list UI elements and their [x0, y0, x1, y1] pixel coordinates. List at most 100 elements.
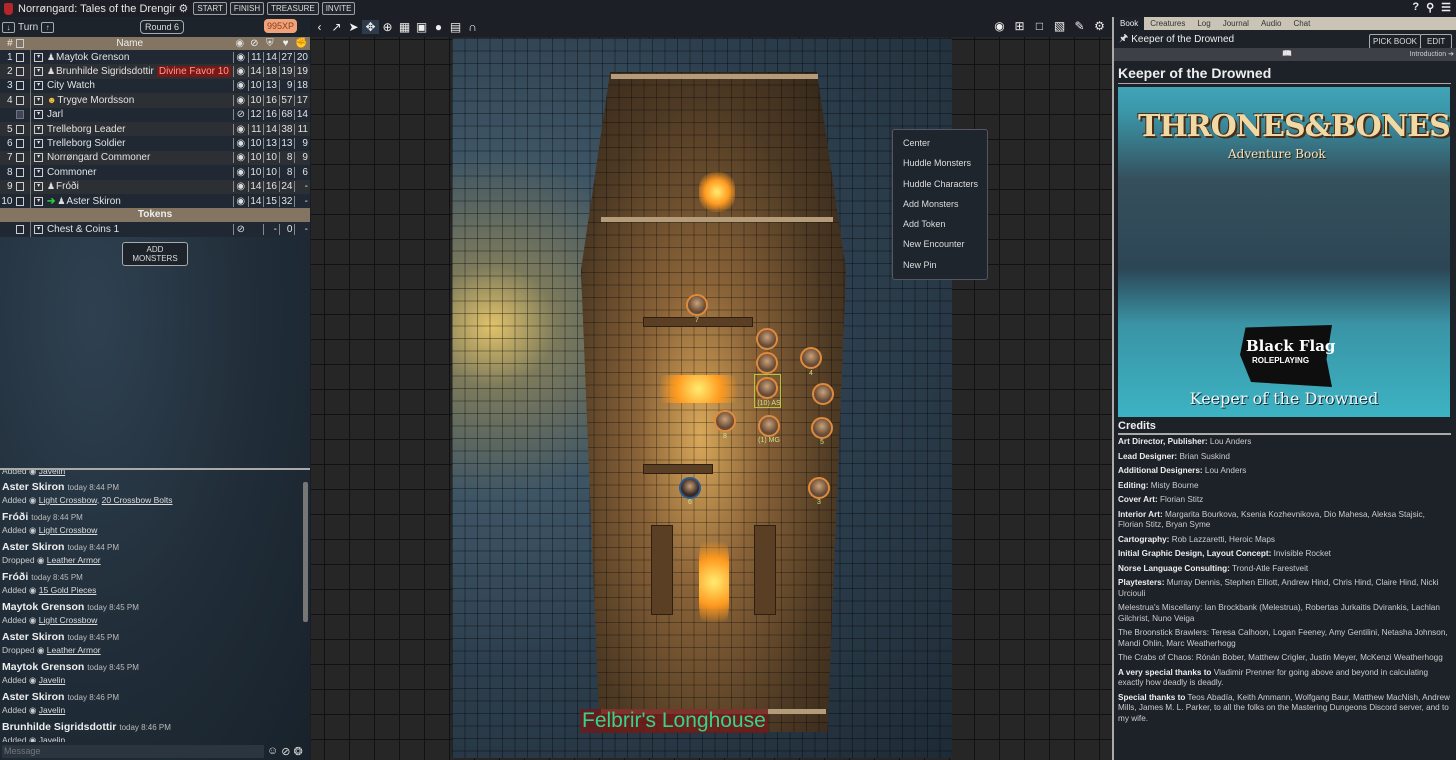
eye-icon[interactable]: ◉	[232, 152, 248, 164]
next-turn-button[interactable]: ↓	[2, 21, 15, 33]
item-link[interactable]: Leather Armor	[47, 555, 101, 565]
stat-cell[interactable]: 13	[263, 138, 279, 150]
eye-icon[interactable]: ◉	[232, 181, 248, 193]
finish-button[interactable]: FINISH	[229, 2, 265, 15]
stat-cell[interactable]: -	[294, 181, 310, 193]
emoji-icon[interactable]: ☺	[267, 745, 278, 757]
item-link[interactable]: Javelin	[39, 675, 65, 685]
stat-cell[interactable]: 14	[263, 123, 279, 135]
row-checkbox[interactable]	[15, 139, 25, 149]
row-checkbox[interactable]	[15, 81, 25, 91]
tab-audio[interactable]: Audio	[1255, 17, 1287, 30]
stat-cell[interactable]: 18	[294, 80, 310, 92]
expand-icon[interactable]: ▾	[34, 182, 43, 192]
stat-cell[interactable]: 14	[294, 109, 310, 121]
stat-cell[interactable]: 10	[247, 152, 264, 164]
stat-cell[interactable]: 11	[247, 51, 264, 63]
zoom-icon[interactable]: ⊕	[379, 20, 396, 34]
stat-cell[interactable]: 14	[247, 181, 264, 193]
stat-cell[interactable]: 16	[263, 109, 279, 121]
xp-badge[interactable]: 995XP	[264, 19, 298, 33]
stat-cell[interactable]: 10	[263, 152, 279, 164]
combatant-name[interactable]: Norrøngard Commoner	[47, 152, 150, 163]
stat-cell[interactable]: 11	[247, 123, 264, 135]
combatant-name[interactable]: Brunhilde Sigridsdottir	[56, 66, 154, 77]
message-input[interactable]	[2, 744, 264, 758]
map-token[interactable]	[811, 417, 833, 439]
menu-item-new-encounter[interactable]: New Encounter	[893, 237, 987, 257]
initiative-row[interactable]: 10 ▾ ➔ ♟ Aster Skiron ◉ 14 15 32-	[0, 193, 310, 209]
stat-cell[interactable]: 14	[247, 66, 264, 78]
item-link[interactable]: 15 Gold Pieces	[39, 585, 97, 595]
stat-cell[interactable]: -	[294, 223, 310, 235]
initiative-row[interactable]: 9 ▾ ♟ Fróði ◉ 14 16 24-	[0, 179, 310, 194]
stat-cell[interactable]: 13	[263, 80, 279, 92]
item-link[interactable]: Leather Armor	[47, 645, 101, 655]
menu-item-add-token[interactable]: Add Token	[893, 217, 987, 237]
stat-cell[interactable]: 32	[278, 195, 295, 207]
item-link[interactable]: 20 Crossbow Bolts	[102, 495, 173, 505]
expand-icon[interactable]: ▾	[34, 81, 43, 91]
pencil-icon[interactable]: ✎	[1071, 19, 1088, 33]
start-button[interactable]: START	[193, 2, 227, 15]
row-checkbox[interactable]	[15, 153, 25, 163]
expand-icon[interactable]: ▾	[34, 139, 43, 149]
image-icon[interactable]: ▣	[413, 20, 430, 34]
paint-roller-icon[interactable]: ▧	[1051, 19, 1068, 33]
menu-item-center[interactable]: Center	[893, 136, 987, 156]
initiative-row[interactable]: ▾ Jarl ⊘ 12 16 68 14	[0, 107, 310, 122]
stat-cell[interactable]: 10	[247, 138, 264, 150]
eye-icon[interactable]: ◉	[232, 66, 248, 78]
stat-cell[interactable]: -	[294, 195, 310, 207]
item-link[interactable]: Light Crossbow	[39, 615, 98, 625]
tab-chat[interactable]: Chat	[1287, 17, 1316, 30]
row-checkbox[interactable]	[15, 67, 25, 77]
stat-cell[interactable]: 9	[294, 138, 310, 150]
eye-icon[interactable]: ◉	[232, 51, 248, 63]
map-token[interactable]	[812, 383, 834, 405]
stat-cell[interactable]: 14	[247, 195, 264, 207]
stat-cell[interactable]: 16	[263, 94, 279, 106]
combatant-name[interactable]: Jarl	[47, 109, 63, 120]
map-token[interactable]	[679, 477, 701, 499]
row-checkbox[interactable]	[15, 95, 25, 105]
eye-icon[interactable]: ◉	[232, 166, 248, 178]
stat-cell[interactable]: 57	[278, 94, 295, 106]
hidden-eye-icon[interactable]: ⊘	[281, 745, 290, 758]
map-token[interactable]	[686, 294, 708, 316]
eye-icon[interactable]: ◉	[232, 94, 248, 106]
row-checkbox[interactable]	[15, 110, 25, 120]
help-icon[interactable]: ?	[1412, 1, 1419, 14]
stat-cell[interactable]: 10	[247, 80, 264, 92]
combatant-name[interactable]: Trygve Mordsson	[57, 95, 134, 106]
expand-icon[interactable]: ▾	[34, 196, 43, 206]
stat-cell[interactable]: 15	[263, 195, 279, 207]
initiative-row[interactable]: 5 ▾ Trelleborg Leader ◉ 11 14 38 11	[0, 121, 310, 137]
pin-icon[interactable]: ●	[430, 20, 447, 34]
eye-icon[interactable]: ◉	[232, 195, 248, 207]
book-contents-icon[interactable]: 📖	[1282, 49, 1292, 58]
menu-item-new-pin[interactable]: New Pin	[893, 258, 987, 278]
stat-cell[interactable]: 24	[278, 181, 295, 193]
initiative-row[interactable]: 2 ▾ ♟ Brunhilde Sigridsdottir Divine Favor 1…	[0, 64, 310, 79]
invite-button[interactable]: INVITE	[321, 2, 356, 15]
map-token[interactable]	[714, 410, 736, 432]
grid-icon[interactable]: ▦	[396, 20, 413, 34]
combatant-name[interactable]: Commoner	[47, 167, 96, 178]
row-checkbox[interactable]	[15, 224, 25, 234]
map-token[interactable]	[800, 347, 822, 369]
hidden-eye-icon[interactable]: ⊘	[232, 109, 248, 121]
condition-badge[interactable]: Divine Favor 10	[156, 66, 231, 78]
combatant-name[interactable]: Trelleborg Soldier	[47, 138, 126, 149]
item-link[interactable]: Light Crossbow	[39, 495, 97, 505]
next-section-link[interactable]: Introduction ➔	[1410, 50, 1454, 58]
stat-cell[interactable]: 8	[278, 152, 295, 164]
row-checkbox[interactable]	[15, 182, 25, 192]
move-icon[interactable]: ✥	[362, 20, 379, 34]
round-button[interactable]: Round 6	[140, 20, 185, 34]
expand-icon[interactable]: ▾	[34, 153, 43, 163]
log-scrollbar[interactable]	[303, 482, 308, 622]
stat-cell[interactable]: 19	[278, 66, 295, 78]
treasure-button[interactable]: TREASURE	[267, 2, 319, 15]
eye-icon[interactable]: ◉	[232, 123, 248, 135]
